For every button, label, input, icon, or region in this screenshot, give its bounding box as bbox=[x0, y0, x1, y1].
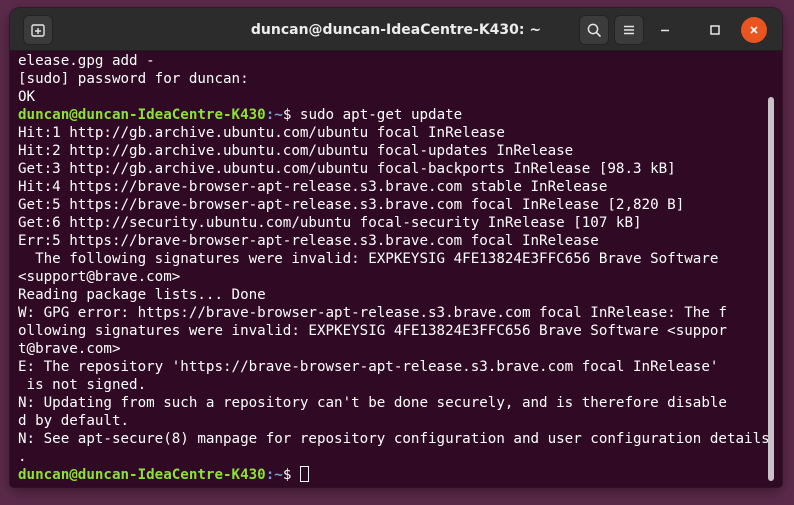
terminal-line: is not signed. bbox=[18, 377, 147, 393]
new-tab-button[interactable] bbox=[23, 15, 53, 45]
prompt-line: duncan@duncan-IdeaCentre-K430:~$ sudo ap… bbox=[18, 106, 770, 124]
terminal-line: d by default. bbox=[18, 413, 130, 429]
prompt-symbol: $ bbox=[282, 467, 300, 483]
new-tab-icon bbox=[31, 24, 45, 37]
close-icon bbox=[750, 26, 758, 34]
terminal-line: <support@brave.com> bbox=[18, 269, 181, 285]
prompt-command: sudo apt-get update bbox=[299, 107, 463, 123]
terminal-line: Hit:1 http://gb.archive.ubuntu.com/ubunt… bbox=[18, 125, 505, 141]
prompt-path: :~ bbox=[265, 467, 283, 483]
terminal-line: Get:5 https://brave-browser-apt-release.… bbox=[18, 197, 685, 213]
hamburger-menu-icon bbox=[624, 25, 634, 35]
prompt-path: :~ bbox=[265, 107, 283, 123]
terminal-line: N: Updating from such a repository can't… bbox=[18, 395, 727, 411]
prompt-symbol: $ bbox=[282, 107, 300, 123]
terminal-line: OK bbox=[18, 89, 36, 105]
prompt-line[interactable]: duncan@duncan-IdeaCentre-K430:~$ bbox=[18, 466, 770, 484]
prompt-user-host: duncan@duncan-IdeaCentre-K430 bbox=[18, 107, 266, 123]
title-bar[interactable]: duncan@duncan-IdeaCentre-K430: ~ bbox=[10, 8, 782, 51]
terminal-window: duncan@duncan-IdeaCentre-K430: ~ elease.… bbox=[10, 8, 782, 487]
terminal-line: E: The repository 'https://brave-browser… bbox=[18, 359, 719, 375]
terminal-line: . bbox=[18, 449, 27, 465]
terminal-line: elease.gpg add - bbox=[18, 53, 155, 69]
terminal-area[interactable]: elease.gpg add - [sudo] password for dunc… bbox=[10, 51, 782, 487]
terminal-line: Reading package lists... Done bbox=[18, 287, 266, 303]
terminal-line: The following signatures were invalid: E… bbox=[18, 251, 719, 267]
terminal-line: ollowing signatures were invalid: EXPKEY… bbox=[18, 323, 727, 339]
minimize-icon bbox=[661, 29, 669, 32]
close-button[interactable] bbox=[741, 17, 767, 43]
terminal-line: [sudo] password for duncan: bbox=[18, 71, 249, 87]
terminal-line: Get:3 http://gb.archive.ubuntu.com/ubunt… bbox=[18, 161, 676, 177]
terminal-line: Get:6 http://security.ubuntu.com/ubuntu … bbox=[18, 215, 642, 231]
terminal-cursor bbox=[299, 466, 309, 482]
terminal-output: elease.gpg add - [sudo] password for dunc… bbox=[18, 52, 770, 484]
search-button[interactable] bbox=[579, 15, 609, 45]
minimize-button[interactable] bbox=[652, 17, 678, 43]
terminal-line: W: GPG error: https://brave-browser-apt-… bbox=[18, 305, 727, 321]
menu-button[interactable] bbox=[614, 15, 644, 45]
terminal-line: N: See apt-secure(8) manpage for reposit… bbox=[18, 431, 770, 447]
scrollbar-thumb[interactable] bbox=[768, 97, 774, 481]
maximize-button[interactable] bbox=[702, 17, 728, 43]
terminal-line: t@brave.com> bbox=[18, 341, 121, 357]
terminal-line: Hit:2 http://gb.archive.ubuntu.com/ubunt… bbox=[18, 143, 574, 159]
terminal-line: Hit:4 https://brave-browser-apt-release.… bbox=[18, 179, 608, 195]
search-icon bbox=[587, 23, 601, 37]
prompt-user-host: duncan@duncan-IdeaCentre-K430 bbox=[18, 467, 266, 483]
terminal-line: Err:5 https://brave-browser-apt-release.… bbox=[18, 233, 599, 249]
scrollbar[interactable] bbox=[768, 97, 774, 481]
maximize-icon bbox=[710, 25, 720, 35]
